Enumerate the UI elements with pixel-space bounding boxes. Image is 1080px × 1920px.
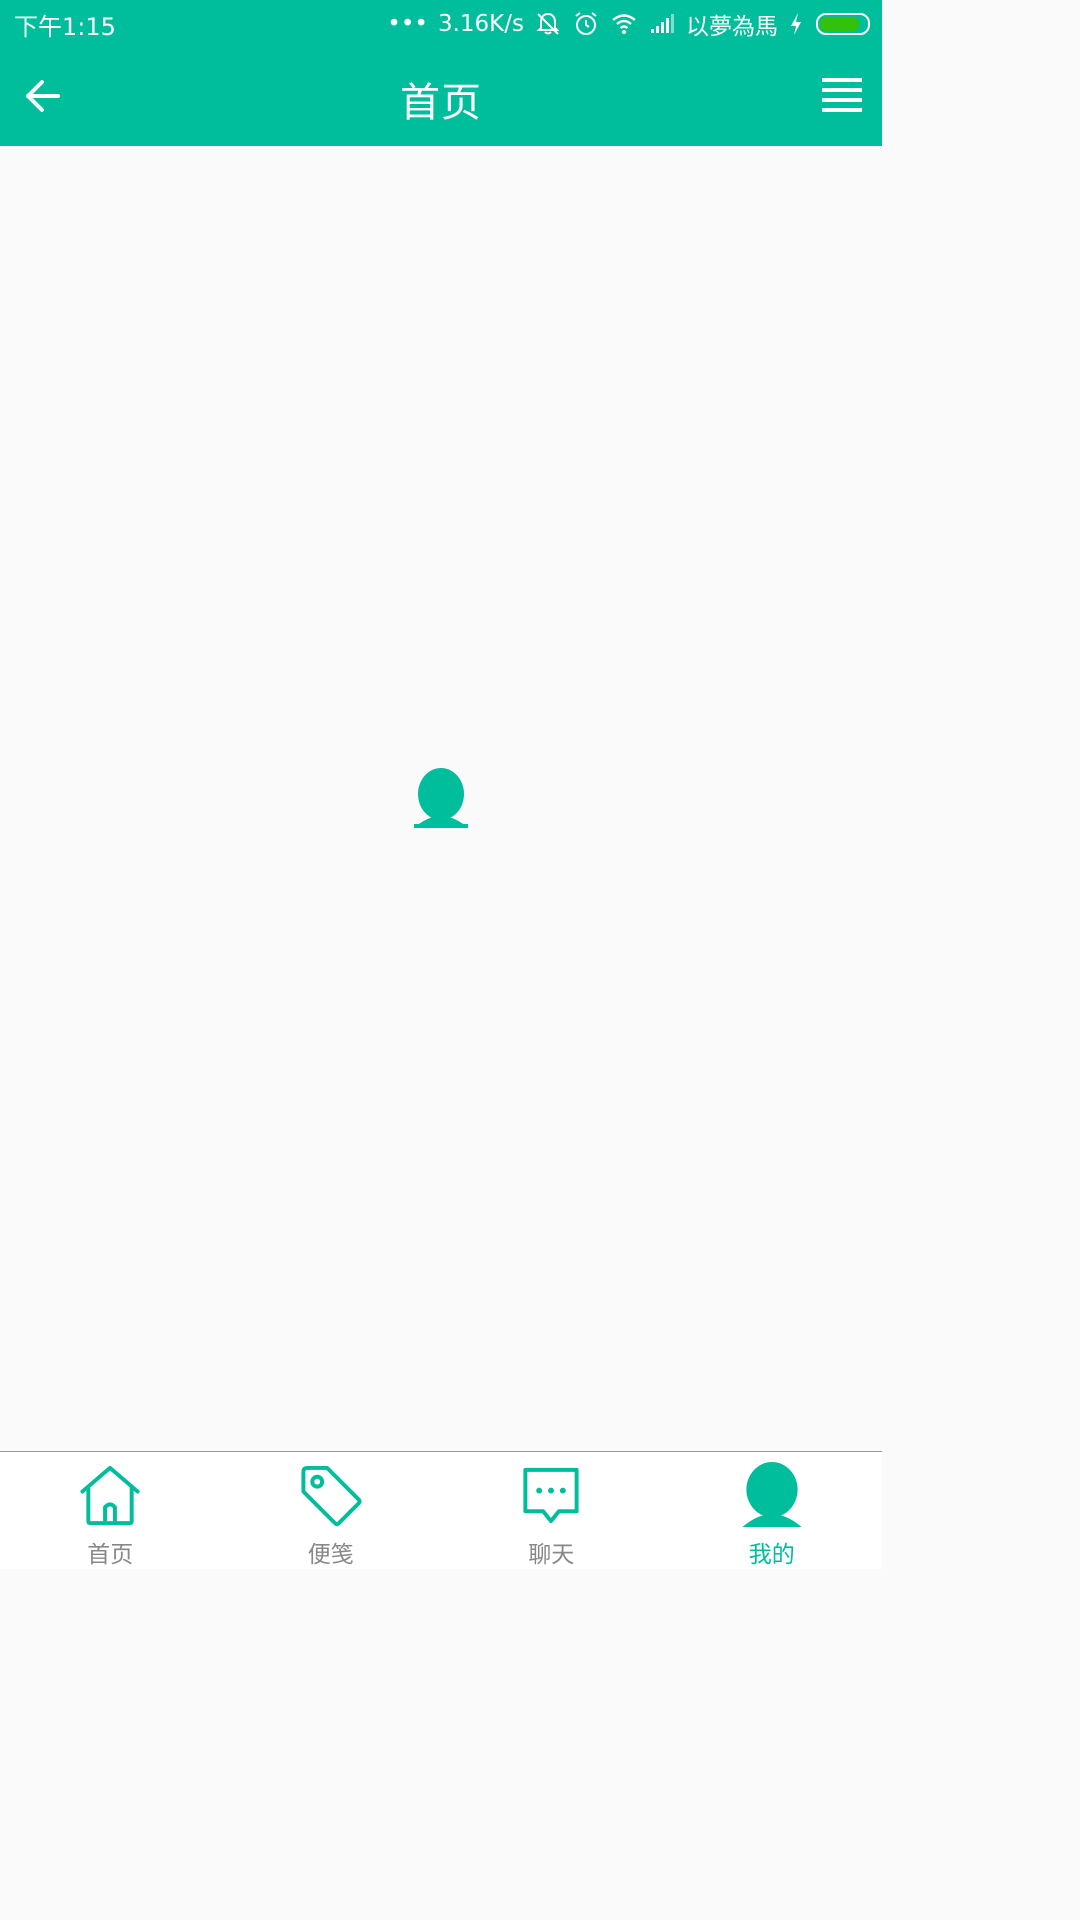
status-dots: ••• (387, 11, 428, 37)
tab-notes[interactable]: 便笺 (221, 1452, 442, 1569)
home-icon (80, 1465, 140, 1526)
app-header: 首页 (0, 46, 882, 146)
signal-icon (651, 14, 674, 33)
bottom-tab-bar: 首页 便笺 聊天 我的 (0, 1451, 882, 1569)
charging-icon (791, 13, 801, 35)
mute-bell-icon (536, 12, 560, 35)
menu-lines-icon[interactable] (820, 76, 864, 112)
status-bar: 下午1:15 ••• 3.16K/s 以夢為馬 (0, 0, 882, 46)
network-speed: 3.16K/s (437, 11, 524, 37)
tag-icon (301, 1465, 362, 1527)
tab-chat[interactable]: 聊天 (441, 1452, 662, 1569)
status-right: ••• 3.16K/s 以夢為馬 (387, 7, 870, 41)
main-content (0, 146, 882, 1451)
user-icon (742, 1462, 802, 1528)
tab-label-chat: 聊天 (528, 1542, 575, 1568)
tab-label-mine: 我的 (748, 1542, 795, 1568)
chat-bubble-icon (523, 1467, 579, 1524)
carrier-name: 以夢為馬 (686, 14, 778, 40)
tab-label-notes: 便笺 (307, 1542, 354, 1568)
alarm-icon (575, 12, 597, 35)
battery-icon (816, 13, 870, 35)
status-time: 下午1:15 (14, 13, 116, 41)
tab-mine[interactable]: 我的 (662, 1452, 883, 1569)
page-title: 首页 (400, 80, 482, 126)
battery-fill (820, 17, 860, 31)
tab-home[interactable]: 首页 (0, 1452, 221, 1569)
user-avatar-icon (414, 768, 468, 828)
wifi-icon (612, 14, 636, 34)
tab-label-home: 首页 (87, 1542, 134, 1568)
